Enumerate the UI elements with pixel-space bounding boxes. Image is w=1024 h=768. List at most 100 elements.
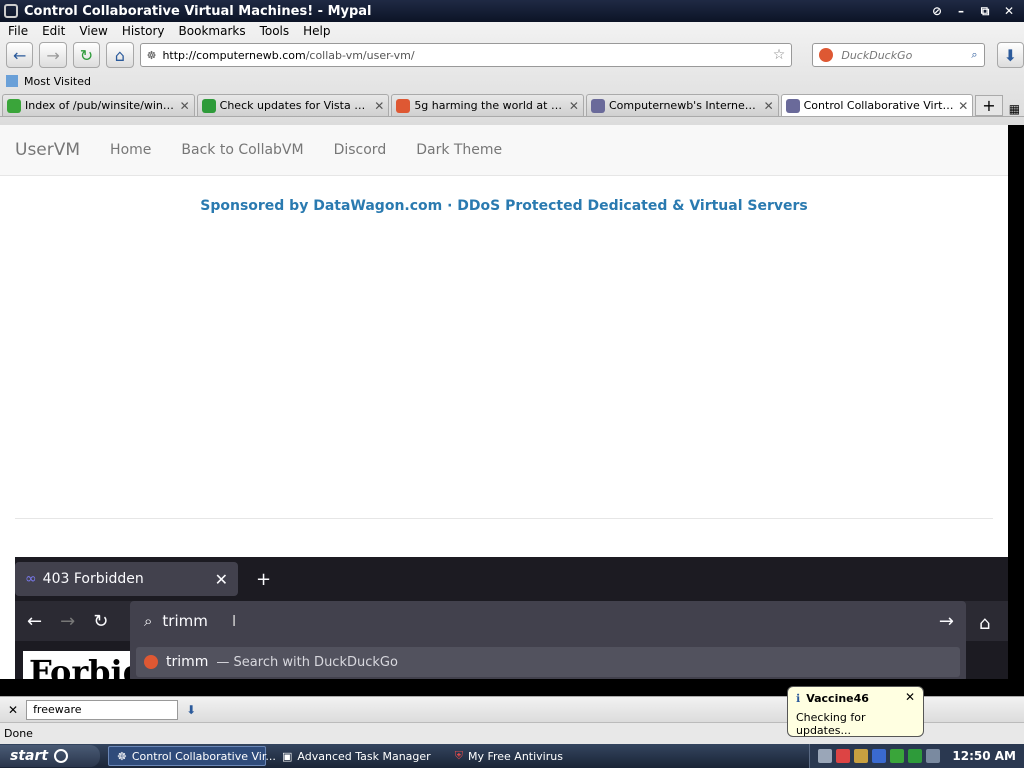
tab-collabvm[interactable]: Control Collaborative Virtual ...✕ [780,94,974,116]
duckduckgo-icon[interactable] [819,48,834,62]
vm-tab-favicon-icon: ∞ [25,571,37,587]
home-icon[interactable]: ⌂ [106,42,134,68]
search-box[interactable]: DuckDuckGo ⌕ [812,43,985,67]
balloon-close-icon[interactable]: ✕ [905,690,915,704]
tab-label: 5g harming the world at Duck... [414,99,565,112]
vm-forward-icon[interactable]: → [60,611,75,632]
menu-file[interactable]: File [8,24,28,38]
update-check-icon[interactable] [908,749,923,763]
vm-back-icon[interactable]: ← [27,611,42,632]
task-manager-icon: ▣ [282,749,293,763]
menu-bookmarks[interactable]: Bookmarks [179,24,246,38]
vm-tab-strip: ∞ 403 Forbidden ✕ + [15,557,1008,601]
taskbar-item-label: My Free Antivirus [467,749,563,763]
tab-computernewb[interactable]: Computernewb's Internet Pu... ✕ [585,94,779,116]
nav-home-link[interactable]: Home [110,142,151,158]
close-tab-icon[interactable]: ✕ [180,99,190,113]
shield-icon: ⛨ [454,749,463,762]
divider [15,518,993,519]
tab-list-icon[interactable]: ▦ [1005,102,1024,116]
bookmarks-toolbar: Most Visited [0,70,1024,92]
close-tab-icon[interactable]: ✕ [958,99,968,113]
menu-tools[interactable]: Tools [260,24,290,38]
start-button[interactable]: start [0,745,100,767]
close-tab-icon[interactable]: ✕ [569,99,579,113]
vm-search-icon: ⌕ [144,612,153,630]
network-icon[interactable] [872,749,887,763]
text-cursor-icon: I [231,612,237,630]
download-icon[interactable]: ⬇ [996,42,1024,68]
nav-dark-theme-link[interactable]: Dark Theme [416,142,502,158]
menu-edit[interactable]: Edit [42,24,65,38]
menu-history[interactable]: History [122,24,165,38]
find-next-icon[interactable]: ⬇ [186,703,196,717]
close-find-icon[interactable]: ✕ [8,703,18,717]
sponsor-banner[interactable]: Sponsored by DataWagon.com · DDoS Protec… [0,198,1008,214]
minimize-button[interactable]: – [952,3,970,19]
taskbar-item-label: Control Collaborative Vir... [131,749,276,763]
balloon-title: Vaccine46 [806,692,869,705]
clock[interactable]: 12:50 AM [952,749,1016,763]
tab-favicon-icon [201,98,216,113]
start-label: start [10,748,49,764]
window-title: Control Collaborative Virtual Machines! … [24,3,372,19]
taskbar-item-antivirus[interactable]: ⛨ My Free Antivirus [447,746,571,766]
site-identity-icon[interactable]: ☸ [147,49,157,62]
site-brand[interactable]: UserVM [15,140,80,160]
vm-go-icon[interactable]: → [939,611,954,632]
info-icon: ℹ [796,692,801,705]
url-bar[interactable]: ☸ http://computernewb.com /collab-vm/use… [139,43,793,67]
new-tab-icon[interactable]: + [975,95,1003,116]
nav-collabvm-link[interactable]: Back to CollabVM [181,142,303,158]
vm-home-icon[interactable]: ⌂ [979,613,990,634]
menu-help[interactable]: Help [303,24,330,38]
tab-vista-start[interactable]: Check updates for Vista Start...✕ [196,94,390,116]
close-button[interactable]: ✕ [1000,3,1018,19]
volume-icon[interactable] [926,749,941,763]
taskbar-item-browser[interactable]: ☸ Control Collaborative Vir... [108,746,276,766]
antivirus-tray-icon[interactable] [836,749,851,763]
find-input[interactable]: freeware [26,699,179,720]
menu-view[interactable]: View [79,24,107,38]
tab-label: Computernewb's Internet Pu... [608,99,760,112]
vm-suggestion-desc: — Search with DuckDuckGo [216,654,398,670]
reload-icon[interactable]: ↻ [72,42,101,68]
maximize-button[interactable]: ⧉ [976,3,994,19]
vm-close-tab-icon[interactable]: ✕ [215,570,228,589]
search-icon[interactable]: ⌕ [971,48,977,62]
most-visited-link[interactable]: Most Visited [24,75,91,88]
browser-icon: ☸ [117,749,127,763]
menu-bar: File Edit View History Bookmarks Tools H… [0,22,1024,40]
close-tab-icon[interactable]: ✕ [374,99,384,113]
tab-favicon-icon [785,98,800,113]
tray-app-icon[interactable] [854,749,869,763]
tab-5g-duckduckgo[interactable]: 5g harming the world at Duck... ✕ [391,94,584,116]
keyboard-icon[interactable] [818,749,833,763]
tab-bar: Index of /pub/winsite/winxp/... ✕ Check u… [0,92,1024,117]
browser-chrome: File Edit View History Bookmarks Tools H… [0,22,1024,125]
notification-balloon[interactable]: ℹ Vaccine46 ✕ Checking for updates... [787,686,924,737]
vm-new-tab-icon[interactable]: + [256,569,271,590]
vm-screen[interactable]: ∞ 403 Forbidden ✕ + ← → ↻ Forbid ⌕ trimm… [15,557,1008,679]
help-button[interactable]: ⊘ [928,3,946,19]
taskbar: start ☸ Control Collaborative Vir... ▣ Adv… [0,744,1024,768]
scrollbar[interactable] [1008,125,1024,679]
bookmark-star-icon[interactable]: ☆ [773,47,786,63]
close-tab-icon[interactable]: ✕ [764,99,774,113]
vm-url-bar[interactable]: ⌕ trimm I → [130,601,966,641]
back-icon[interactable]: ← [6,42,34,68]
vm-url-dropdown: ⌕ trimm I → trimm — Search with DuckDuck… [130,601,966,679]
vm-suggestion[interactable]: trimm — Search with DuckDuckGo [136,647,960,677]
vm-duckduckgo-icon [144,655,158,669]
vm-tab[interactable]: ∞ 403 Forbidden ✕ [15,562,238,596]
tab-index-winsite[interactable]: Index of /pub/winsite/winxp/... ✕ [2,94,195,116]
navigation-toolbar: ← → ↻ ⌂ ☸ http://computernewb.com /colla… [0,40,1024,70]
security-check-icon[interactable] [890,749,905,763]
system-tray: 12:50 AM [809,744,1024,768]
nav-discord-link[interactable]: Discord [334,142,387,158]
vm-url-text: trimm [162,612,208,630]
tab-label: Control Collaborative Virtual ... [803,99,955,112]
forward-icon[interactable]: → [39,42,67,68]
vm-reload-icon[interactable]: ↻ [93,611,108,632]
taskbar-item-task-manager[interactable]: ▣ Advanced Task Manager [274,746,439,766]
